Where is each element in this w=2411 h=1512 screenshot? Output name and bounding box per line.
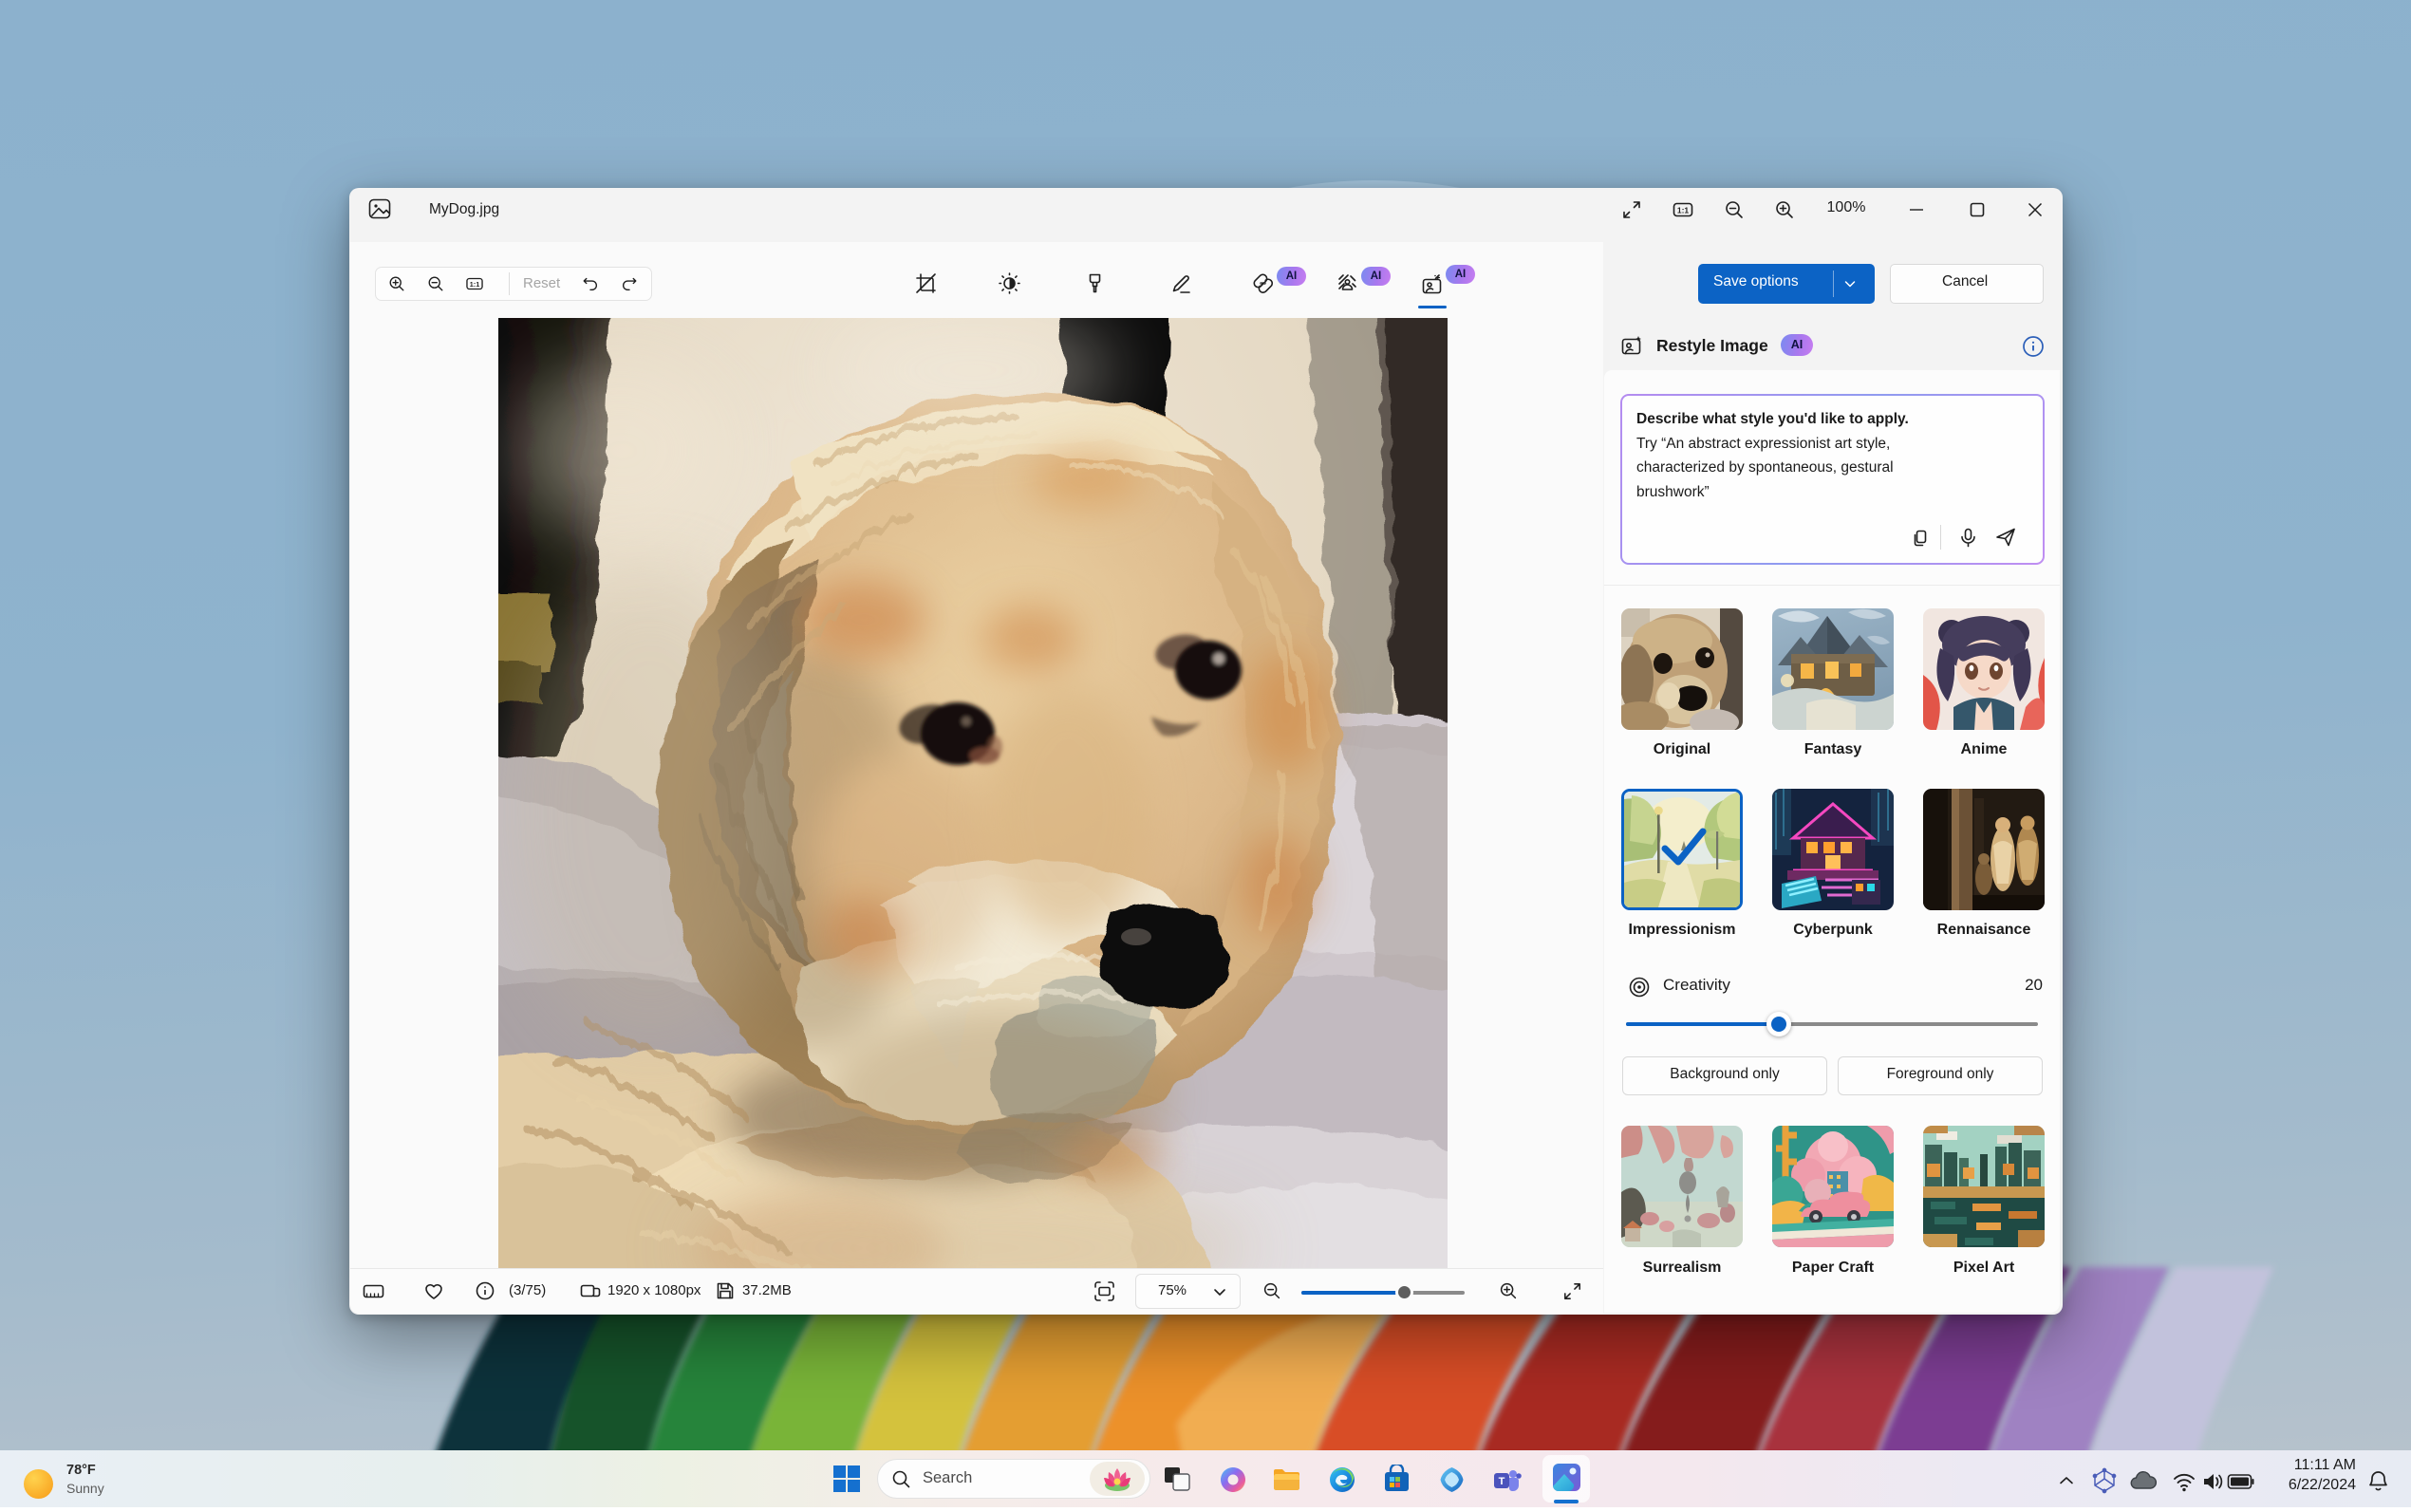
svg-text:1:1: 1:1 [1677, 206, 1690, 215]
svg-text:1:1: 1:1 [470, 280, 479, 289]
svg-text:T: T [1499, 1476, 1505, 1487]
